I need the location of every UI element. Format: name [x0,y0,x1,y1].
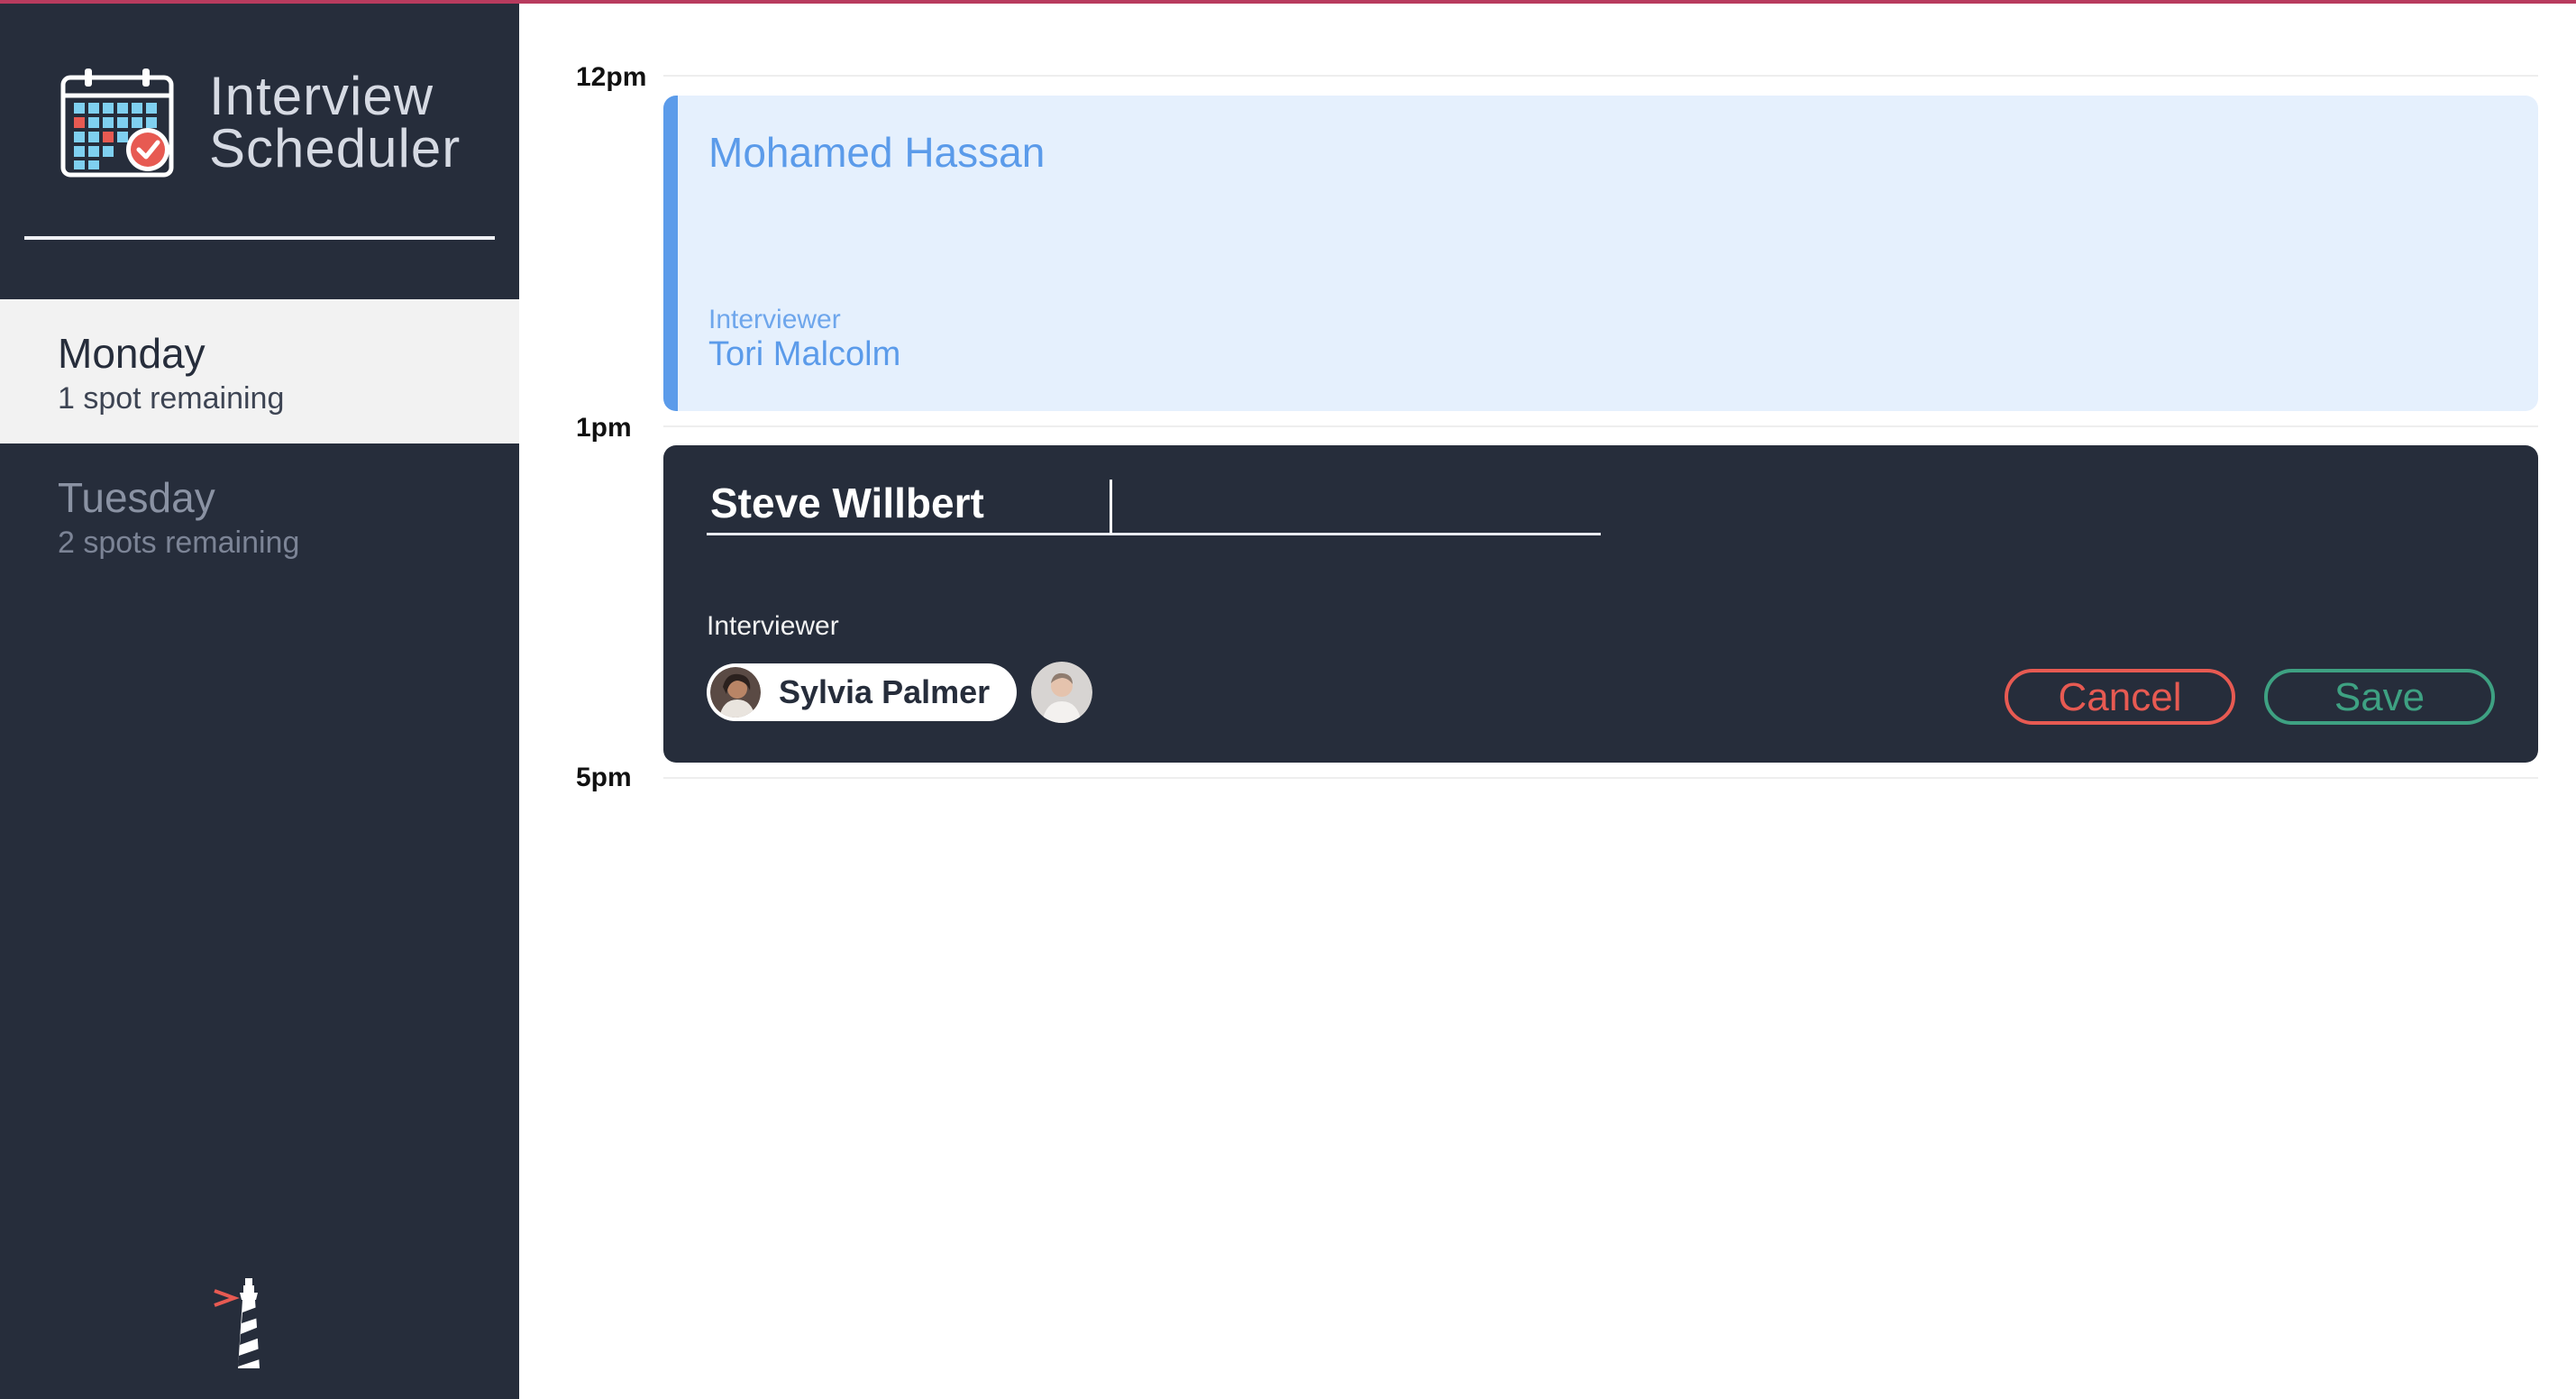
hour-line [663,425,2538,427]
day-name: Tuesday [58,474,215,521]
day-list: Monday 1 spot remaining Tuesday 2 spots … [0,299,519,588]
app-title: Interview Scheduler [209,66,461,178]
hour-line [663,777,2538,779]
appointment-card[interactable]: Mohamed Hassan Interviewer Tori Malcolm [663,96,2538,411]
sidebar: Interview Scheduler Monday 1 spot remain… [0,0,519,1399]
sidebar-divider [24,236,495,240]
top-accent-strip [0,0,2576,4]
app-title-line2: Scheduler [209,118,461,178]
day-item-monday[interactable]: Monday 1 spot remaining [0,299,519,443]
day-item-tuesday[interactable]: Tuesday 2 spots remaining [0,443,519,588]
appointment-interviewer-label: Interviewer [708,305,841,334]
hour-line [663,75,2538,77]
day-name: Monday [58,330,206,377]
appointment-student-name: Mohamed Hassan [708,129,1046,176]
schedule: 12pm Mohamed Hassan Interviewer Tori Mal… [519,0,2576,1399]
day-spots: 1 spot remaining [58,381,285,416]
save-button[interactable]: Save [2264,669,2495,725]
day-spots: 2 spots remaining [58,526,300,560]
student-name-input[interactable] [707,472,1601,535]
interviewer-item-selected[interactable]: Sylvia Palmer [707,663,1018,721]
time-label-5pm: 5pm [576,763,632,792]
interviewer-name: Sylvia Palmer [779,673,991,710]
text-caret [1110,480,1112,534]
time-label-1pm: 1pm [576,413,632,443]
avatar [710,667,761,718]
lighthouse-icon [214,1278,260,1368]
app-title-line1: Interview [209,66,434,126]
appointment-form: Interviewer Sylvia Palmer Cancel Save [663,445,2538,763]
brand: Interview Scheduler [59,67,461,178]
interviewer-list: Sylvia Palmer [707,662,1093,723]
cancel-button[interactable]: Cancel [2005,669,2235,725]
time-label-12pm: 12pm [576,62,647,92]
interviewer-avatar[interactable] [1031,662,1093,723]
calendar-check-icon [60,69,174,178]
interviewer-label: Interviewer [707,611,839,641]
appointment-interviewer-name: Tori Malcolm [708,335,901,373]
